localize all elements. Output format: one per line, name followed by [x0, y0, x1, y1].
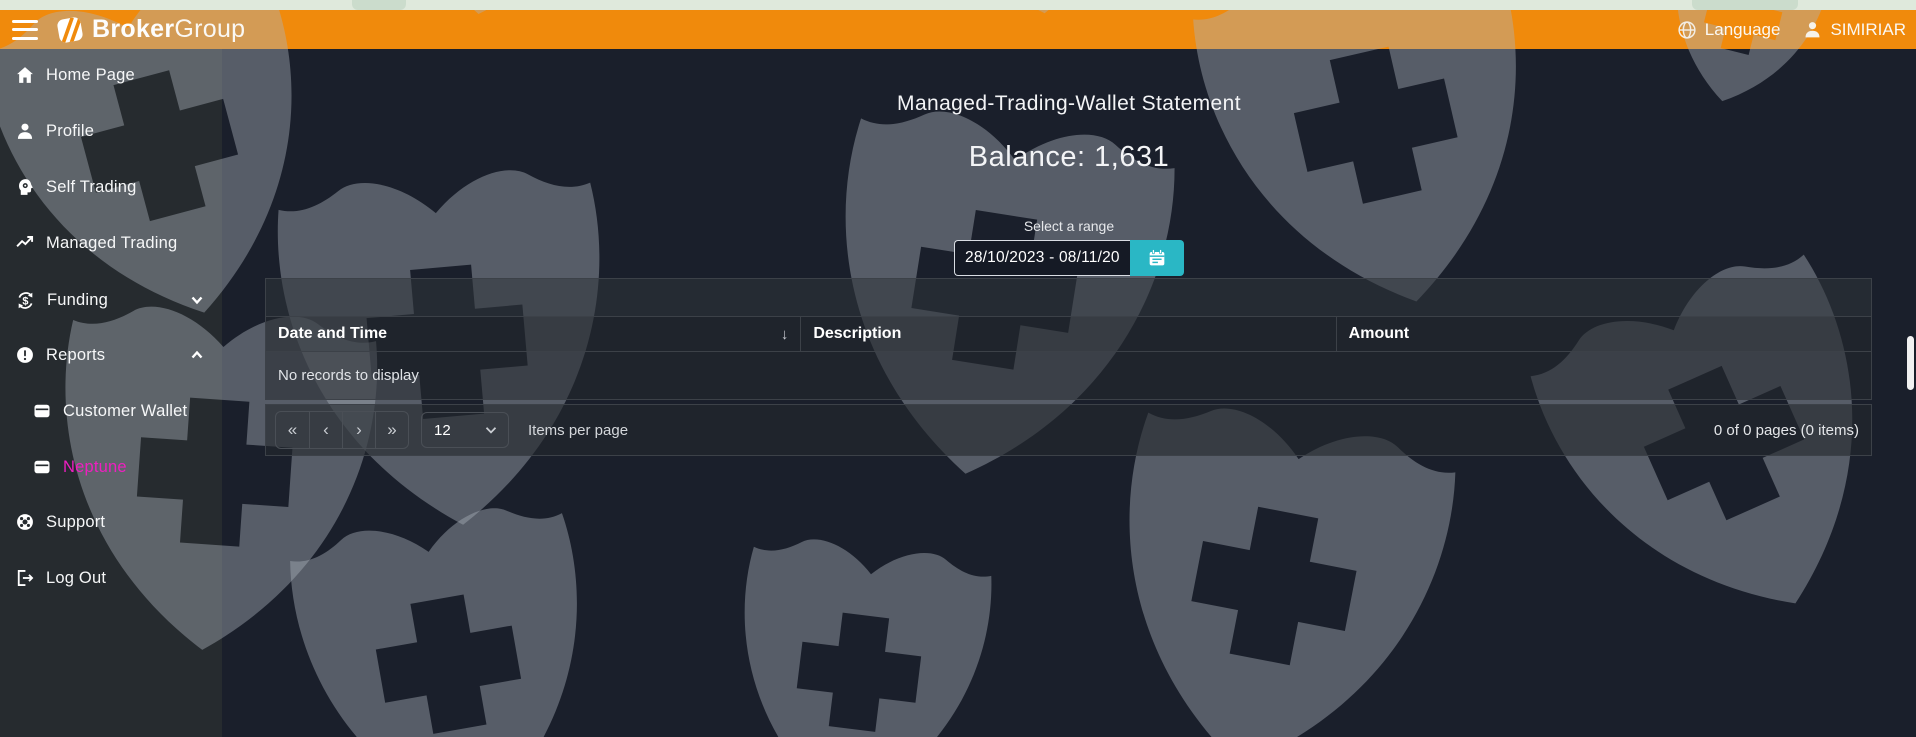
calendar-icon — [1149, 249, 1165, 266]
svg-text:$: $ — [22, 295, 28, 307]
sidebar-item-funding[interactable]: $ Funding — [0, 282, 222, 318]
brand-logo[interactable]: BrokerGroup — [54, 14, 245, 46]
trend-up-icon — [16, 236, 34, 247]
range-label: Select a range — [1023, 218, 1115, 234]
browser-edge-strip — [0, 0, 1916, 10]
user-menu[interactable]: SIMIRIAR — [1802, 19, 1906, 40]
strip-tab — [1692, 0, 1798, 10]
globe-icon — [1678, 20, 1696, 39]
column-header-date-and-time[interactable]: Date and Time ↓ — [266, 317, 800, 351]
balance-text: Balance: 1,631 — [968, 141, 1170, 173]
language-selector[interactable]: Language — [1676, 19, 1781, 41]
date-range-input[interactable] — [954, 240, 1130, 276]
next-page-button[interactable]: › — [342, 412, 375, 448]
top-bar: BrokerGroup Language SIMIRIAR — [0, 10, 1916, 49]
language-label: Language — [1704, 19, 1781, 39]
page-size-select[interactable]: 12 — [421, 412, 509, 448]
sidebar: Home Page Profile Self Trading Managed T… — [0, 49, 222, 737]
first-page-button[interactable]: « — [276, 412, 309, 448]
alert-circle-icon — [17, 347, 33, 363]
sidebar-item-managed-trading[interactable]: Managed Trading — [0, 225, 222, 261]
username: SIMIRIAR — [1830, 19, 1906, 39]
sidebar-item-log-out[interactable]: Log Out — [0, 560, 222, 596]
table-header-row: Date and Time ↓ Description Amount — [265, 316, 1872, 352]
main-content: Managed-Trading-Wallet Statement Balance… — [222, 49, 1916, 737]
chevron-down-icon — [485, 427, 497, 434]
chevron-down-icon — [191, 296, 203, 305]
chevron-up-icon — [191, 350, 203, 359]
sidebar-item-self-trading[interactable]: Self Trading — [0, 169, 222, 205]
strip-tab — [352, 0, 406, 10]
menu-icon[interactable] — [12, 19, 40, 40]
logout-icon — [17, 570, 34, 586]
brand-name: BrokerGroup — [92, 15, 246, 43]
lifebuoy-icon — [17, 514, 33, 530]
wallet-icon — [34, 404, 50, 418]
user-icon — [1805, 22, 1820, 38]
sidebar-item-customer-wallet[interactable]: Customer Wallet — [0, 393, 222, 429]
pager-summary: 0 of 0 pages (0 items) — [1713, 421, 1859, 439]
pagination-bar: « ‹ › » 12 Items per page 0 of 0 pages (… — [265, 404, 1872, 456]
vertical-scrollbar-thumb[interactable] — [1907, 336, 1914, 390]
head-gear-icon — [19, 179, 33, 195]
pager-button-group: « ‹ › » — [275, 411, 409, 449]
page-title: Managed-Trading-Wallet Statement — [897, 92, 1241, 115]
date-range-control — [954, 240, 1184, 276]
sidebar-item-support[interactable]: Support — [0, 504, 222, 540]
broker-logo-icon — [57, 16, 83, 44]
table-toolbar — [265, 278, 1872, 316]
empty-state-row: No records to display — [265, 352, 1872, 400]
wallet-icon — [34, 460, 50, 474]
column-header-amount[interactable]: Amount — [1335, 317, 1871, 351]
sidebar-item-home-page[interactable]: Home Page — [0, 57, 222, 93]
person-icon — [17, 123, 33, 139]
app-window: BrokerGroup Language SIMIRIAR Home Page … — [0, 0, 1916, 737]
funding-cycle-icon: $ — [18, 291, 33, 309]
sidebar-item-profile[interactable]: Profile — [0, 113, 222, 149]
sidebar-item-reports[interactable]: Reports — [0, 337, 222, 373]
sidebar-item-neptune[interactable]: Neptune — [0, 449, 222, 485]
last-page-button[interactable]: » — [375, 412, 408, 448]
calendar-button[interactable] — [1130, 240, 1184, 276]
sort-descending-icon[interactable]: ↓ — [781, 326, 789, 343]
statement-table: Date and Time ↓ Description Amount No re… — [265, 278, 1872, 456]
previous-page-button[interactable]: ‹ — [309, 412, 342, 448]
home-icon — [17, 67, 33, 83]
items-per-page-label: Items per page — [528, 421, 629, 439]
column-header-description[interactable]: Description — [800, 317, 1335, 351]
